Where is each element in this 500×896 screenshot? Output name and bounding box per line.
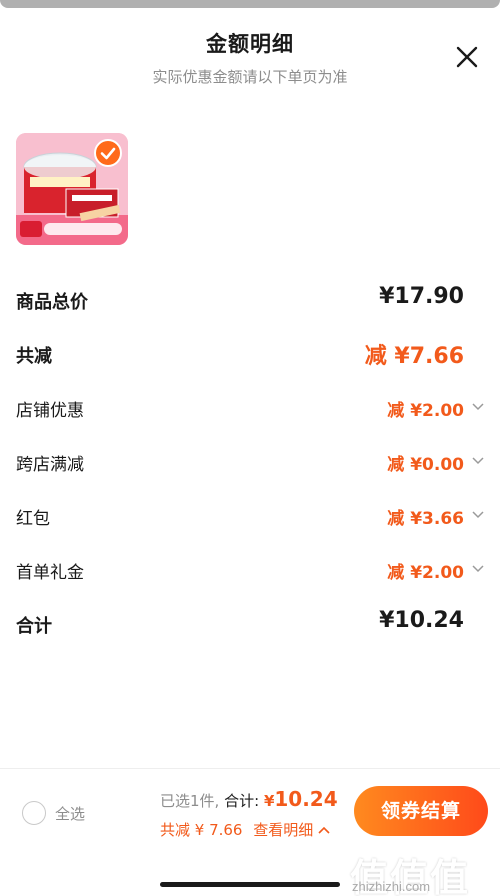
close-icon[interactable] xyxy=(454,44,480,70)
chevron-down-icon[interactable] xyxy=(472,456,484,466)
sheet-title: 金额明细 xyxy=(206,32,294,56)
chevron-down-icon[interactable] xyxy=(472,402,484,412)
select-all-radio[interactable] xyxy=(22,801,46,825)
close-button[interactable] xyxy=(454,44,480,70)
row-value: 减 ¥3.66 xyxy=(387,509,464,529)
select-all-label[interactable]: 全选 xyxy=(55,803,85,824)
discount-summary-text: 共减 ¥ 7.66 xyxy=(160,821,243,839)
row-value: 减 ¥2.00 xyxy=(387,401,464,421)
row-label: 商品总价 xyxy=(16,292,88,313)
sheet-top-edge xyxy=(0,0,500,8)
selected-count: 已选1件, xyxy=(160,792,220,810)
sheet-header: 金额明细 实际优惠金额请以下单页为准 xyxy=(0,28,500,87)
home-indicator xyxy=(160,882,340,887)
row-value: 减 ¥2.00 xyxy=(387,563,464,583)
row-total-discount: 共减 减 ¥7.66 xyxy=(0,334,500,374)
total-yen: ¥ xyxy=(263,792,275,810)
row-label: 红包 xyxy=(16,509,50,529)
row-first-order-gift[interactable]: 首单礼金 减 ¥2.00 xyxy=(0,550,500,590)
sheet-subtitle: 实际优惠金额请以下单页为准 xyxy=(152,68,348,86)
discount-summary[interactable]: 共减 ¥ 7.66 查看明细 xyxy=(160,819,330,840)
row-red-packet[interactable]: 红包 减 ¥3.66 xyxy=(0,496,500,536)
row-label: 跨店满减 xyxy=(16,455,84,475)
watermark-url: zhizhizhi.com xyxy=(352,879,431,894)
row-value: 减 ¥7.66 xyxy=(364,344,464,369)
row-grand-total: 合计 ¥10.24 xyxy=(0,604,500,644)
chevron-down-icon[interactable] xyxy=(472,564,484,574)
total-label: 合计: xyxy=(224,792,260,810)
row-value: 减 ¥0.00 xyxy=(387,455,464,475)
total-value: 10.24 xyxy=(274,787,338,811)
checkout-button[interactable]: 领券结算 xyxy=(354,786,488,836)
checkout-bar: 全选 已选1件, 合计: ¥10.24 共减 ¥ 7.66 查看明细 领券结算 … xyxy=(0,768,500,896)
row-label: 共减 xyxy=(16,346,52,367)
row-store-discount[interactable]: 店铺优惠 减 ¥2.00 xyxy=(0,388,500,428)
row-goods-total: 商品总价 ¥17.90 xyxy=(0,280,500,320)
row-label: 首单礼金 xyxy=(16,563,84,583)
selected-check-badge[interactable] xyxy=(94,139,122,167)
row-cross-store-discount[interactable]: 跨店满减 减 ¥0.00 xyxy=(0,442,500,482)
selection-summary: 已选1件, 合计: ¥10.24 xyxy=(160,787,338,811)
view-detail-link[interactable]: 查看明细 xyxy=(253,821,313,839)
chevron-up-icon[interactable] xyxy=(318,825,330,835)
total-amount: ¥10.24 xyxy=(264,787,338,811)
row-value: ¥17.90 xyxy=(379,284,464,309)
chevron-down-icon[interactable] xyxy=(472,510,484,520)
row-label: 店铺优惠 xyxy=(16,401,84,421)
check-icon xyxy=(100,147,116,160)
product-thumbnail[interactable] xyxy=(16,133,128,245)
row-label: 合计 xyxy=(16,616,52,637)
row-value: ¥10.24 xyxy=(379,608,464,633)
